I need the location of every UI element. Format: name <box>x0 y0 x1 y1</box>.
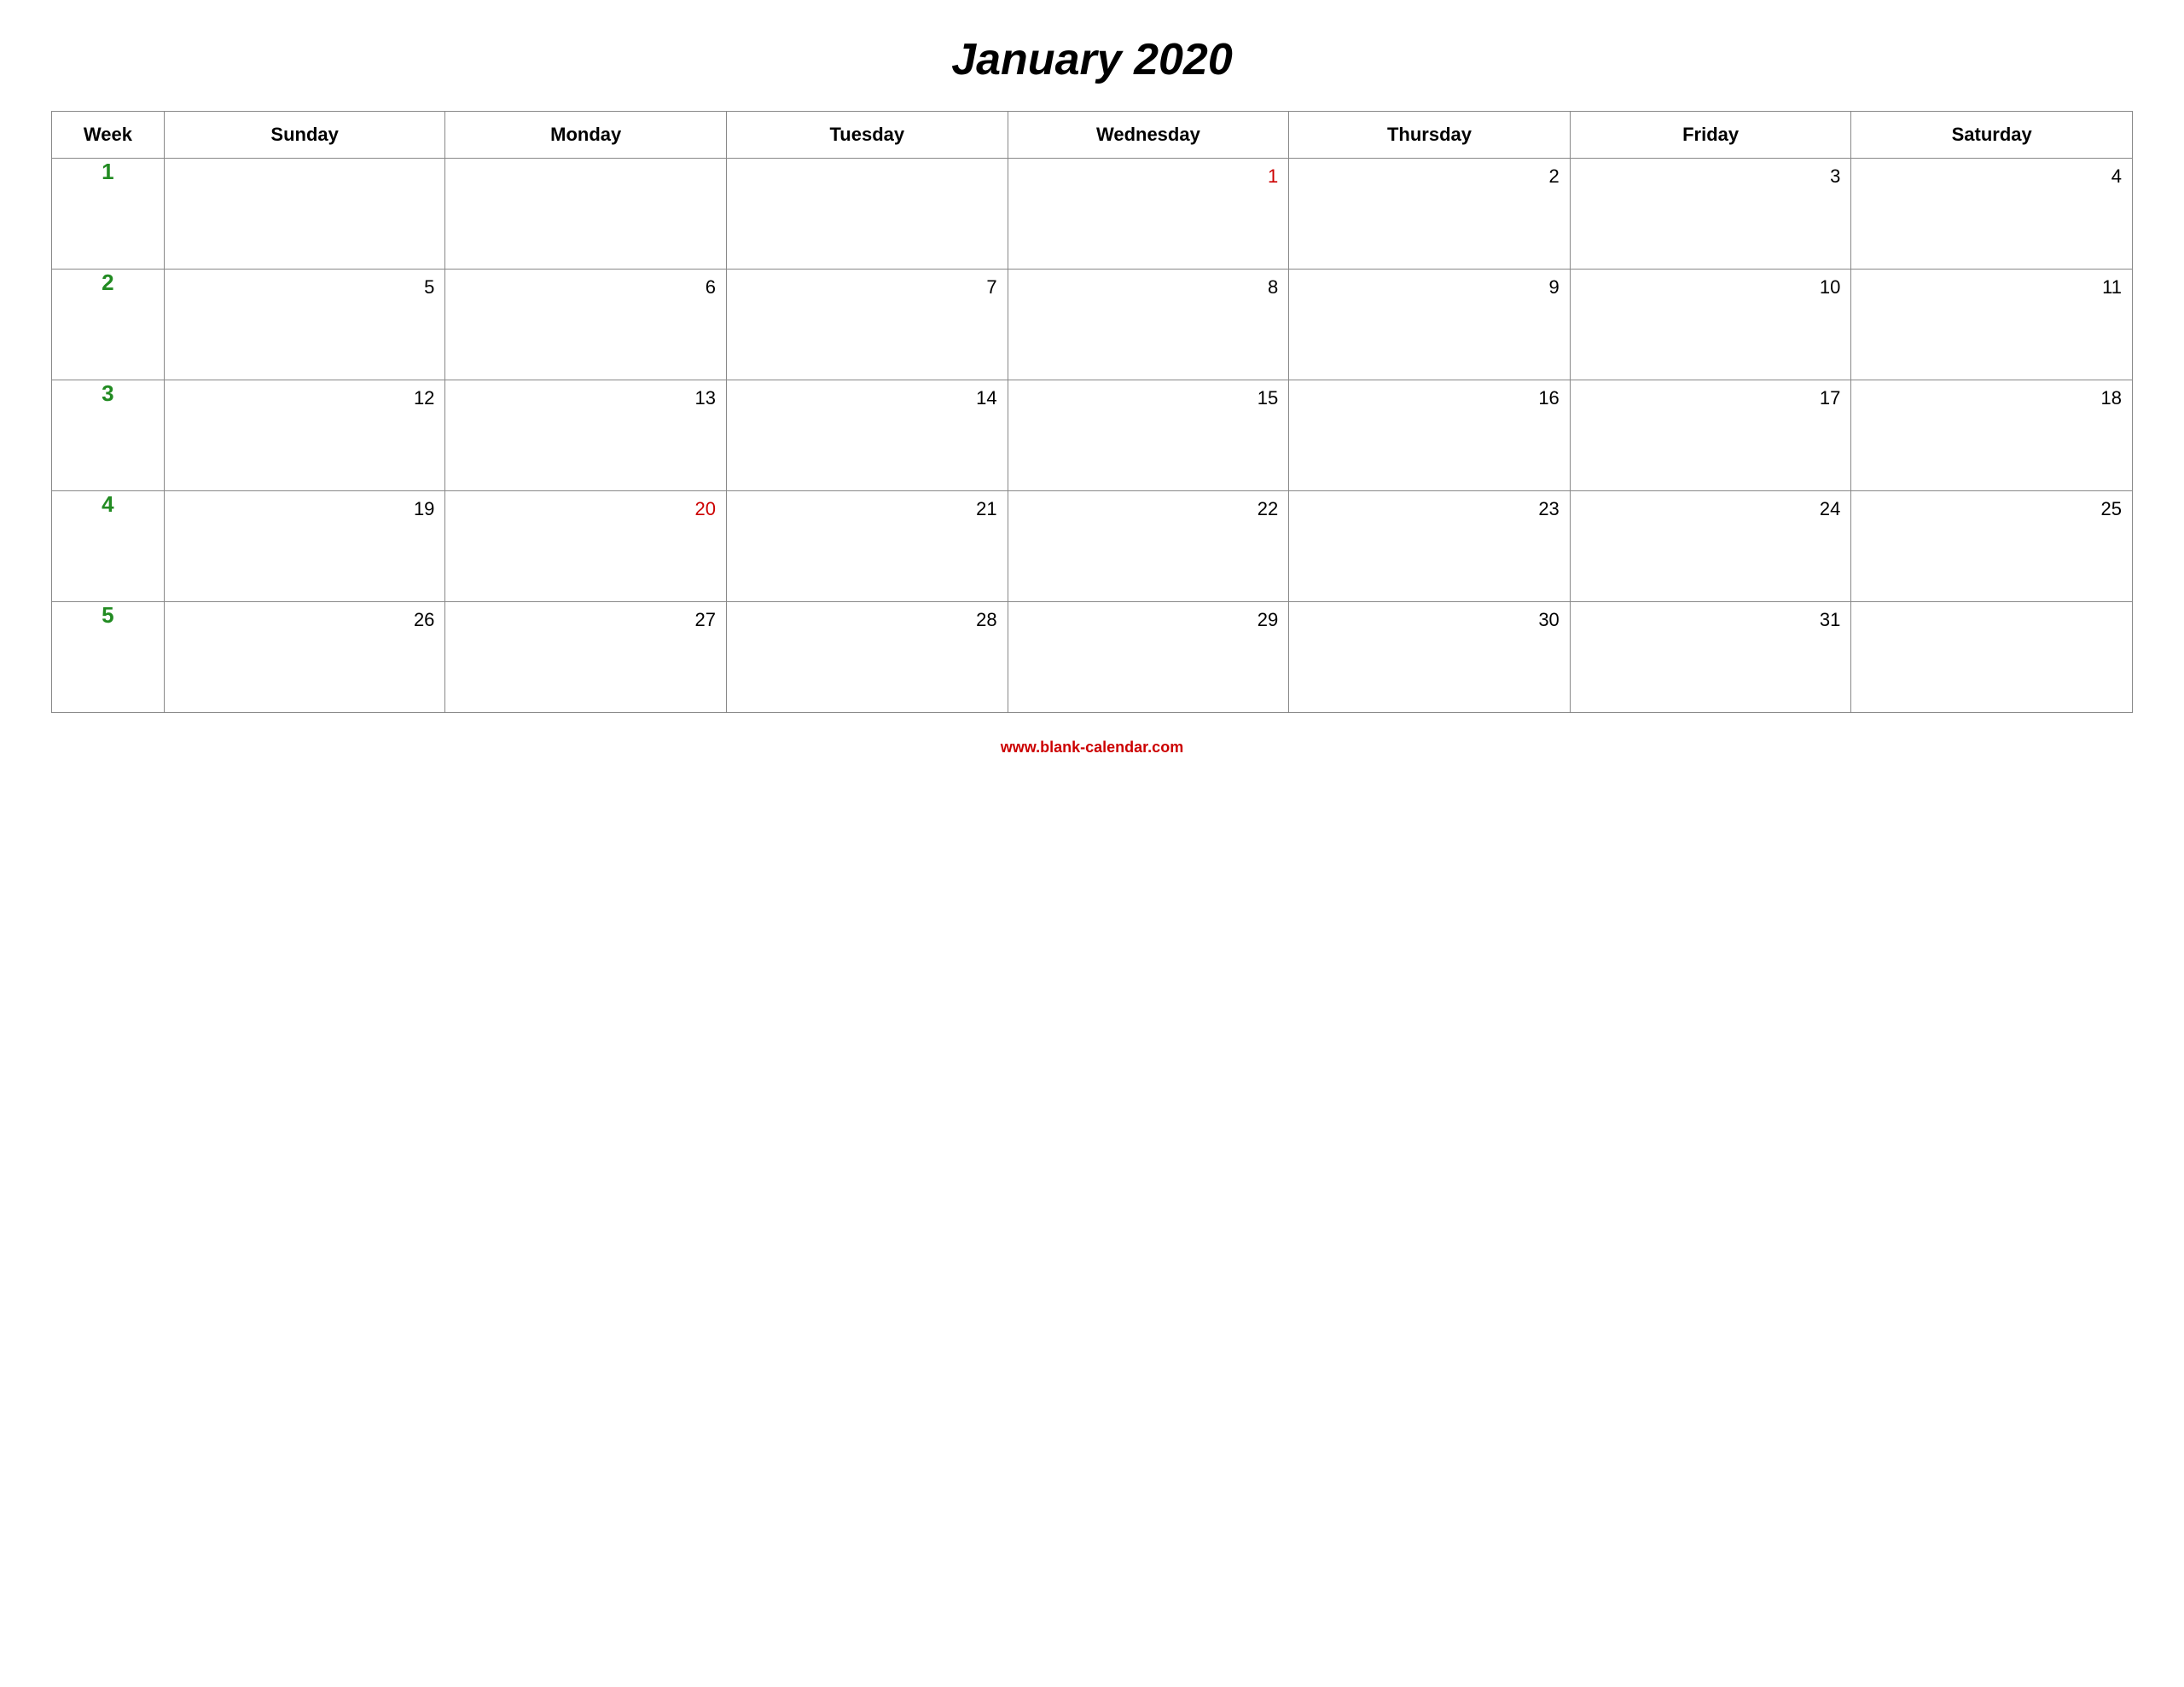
day-number: 24 <box>1581 498 1841 520</box>
day-cell: 22 <box>1008 491 1289 602</box>
day-cell: 24 <box>1570 491 1851 602</box>
day-number: 15 <box>1019 387 1279 409</box>
day-number: 30 <box>1299 609 1560 631</box>
day-cell: 27 <box>445 602 727 713</box>
week-row-3: 3 12 13 14 15 16 17 18 <box>52 380 2133 491</box>
day-cell: 14 <box>727 380 1008 491</box>
day-cell: 11 <box>1851 270 2133 380</box>
week-number-4: 4 <box>52 491 165 602</box>
day-cell: 23 <box>1289 491 1571 602</box>
week-number-2: 2 <box>52 270 165 380</box>
day-number: 2 <box>1299 165 1560 188</box>
day-number: 8 <box>1019 276 1279 299</box>
week-row-5: 5 26 27 28 29 30 31 <box>52 602 2133 713</box>
day-cell <box>1851 602 2133 713</box>
week-number-1: 1 <box>52 159 165 270</box>
week-row-1: 11234 <box>52 159 2133 270</box>
day-cell: 15 <box>1008 380 1289 491</box>
day-number: 21 <box>737 498 997 520</box>
header-thursday: Thursday <box>1289 112 1571 159</box>
week-number-5: 5 <box>52 602 165 713</box>
day-number: 3 <box>1581 165 1841 188</box>
day-cell <box>727 159 1008 270</box>
day-number: 18 <box>1862 387 2122 409</box>
day-cell: 28 <box>727 602 1008 713</box>
day-number: 11 <box>1862 276 2122 299</box>
day-cell: 3 <box>1570 159 1851 270</box>
day-number: 5 <box>175 276 435 299</box>
day-number: 17 <box>1581 387 1841 409</box>
day-number: 13 <box>456 387 716 409</box>
footer: www.blank-calendar.com <box>1001 739 1183 757</box>
day-cell: 6 <box>445 270 727 380</box>
day-number: 19 <box>175 498 435 520</box>
day-cell: 21 <box>727 491 1008 602</box>
day-number: 9 <box>1299 276 1560 299</box>
day-number: 4 <box>1862 165 2122 188</box>
day-number: 1 <box>1019 165 1279 188</box>
week-row-2: 256789 10 11 <box>52 270 2133 380</box>
day-number: 6 <box>456 276 716 299</box>
day-cell <box>445 159 727 270</box>
day-cell: 31 <box>1570 602 1851 713</box>
day-number: 28 <box>737 609 997 631</box>
day-cell: 29 <box>1008 602 1289 713</box>
day-cell: 17 <box>1570 380 1851 491</box>
day-cell: 16 <box>1289 380 1571 491</box>
day-number: 10 <box>1581 276 1841 299</box>
day-number: 22 <box>1019 498 1279 520</box>
day-number: 27 <box>456 609 716 631</box>
day-number: 31 <box>1581 609 1841 631</box>
day-cell: 1 <box>1008 159 1289 270</box>
day-cell: 7 <box>727 270 1008 380</box>
day-number: 14 <box>737 387 997 409</box>
header-wednesday: Wednesday <box>1008 112 1289 159</box>
day-number: 20 <box>456 498 716 520</box>
day-number: 29 <box>1019 609 1279 631</box>
header-tuesday: Tuesday <box>727 112 1008 159</box>
day-number: 7 <box>737 276 997 299</box>
header-monday: Monday <box>445 112 727 159</box>
day-cell: 13 <box>445 380 727 491</box>
day-cell: 10 <box>1570 270 1851 380</box>
day-cell <box>164 159 445 270</box>
footer-link[interactable]: www.blank-calendar.com <box>1001 739 1183 756</box>
header-week: Week <box>52 112 165 159</box>
day-cell: 20 <box>445 491 727 602</box>
day-cell: 18 <box>1851 380 2133 491</box>
day-number: 16 <box>1299 387 1560 409</box>
day-cell: 8 <box>1008 270 1289 380</box>
day-number: 26 <box>175 609 435 631</box>
day-cell: 26 <box>164 602 445 713</box>
day-cell: 30 <box>1289 602 1571 713</box>
day-cell: 2 <box>1289 159 1571 270</box>
day-cell: 25 <box>1851 491 2133 602</box>
page-title: January 2020 <box>951 34 1233 85</box>
day-number: 23 <box>1299 498 1560 520</box>
week-number-3: 3 <box>52 380 165 491</box>
day-cell: 9 <box>1289 270 1571 380</box>
day-cell: 4 <box>1851 159 2133 270</box>
header-sunday: Sunday <box>164 112 445 159</box>
week-row-4: 4 19 20 21 22 23 24 25 <box>52 491 2133 602</box>
day-cell: 19 <box>164 491 445 602</box>
header-row: WeekSundayMondayTuesdayWednesdayThursday… <box>52 112 2133 159</box>
day-number: 12 <box>175 387 435 409</box>
day-cell: 12 <box>164 380 445 491</box>
day-number: 25 <box>1862 498 2122 520</box>
calendar-table: WeekSundayMondayTuesdayWednesdayThursday… <box>51 111 2133 713</box>
header-saturday: Saturday <box>1851 112 2133 159</box>
header-friday: Friday <box>1570 112 1851 159</box>
day-cell: 5 <box>164 270 445 380</box>
